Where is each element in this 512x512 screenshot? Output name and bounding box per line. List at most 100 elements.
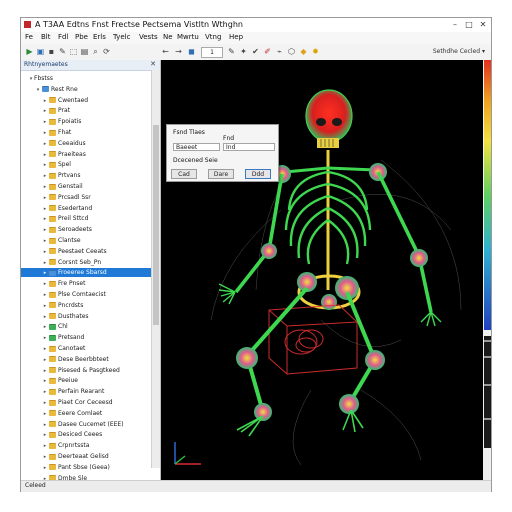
cube-icon[interactable]: ⬡ (287, 47, 296, 56)
tree-item[interactable]: ▸ Spel (42, 160, 71, 169)
zoom-icon[interactable]: ⌕ (91, 47, 100, 56)
expand-right-icon[interactable]: ▸ (42, 280, 48, 289)
tree-item[interactable]: ▸ Fre Pnset (42, 279, 86, 289)
tree-item[interactable]: ▸ Perfain Rearant (42, 387, 105, 397)
expand-down-icon[interactable]: ▾ (35, 86, 41, 95)
expand-right-icon[interactable]: ▸ (42, 259, 48, 268)
tree-item[interactable]: ▸ Preil Sttcd (42, 214, 89, 224)
menu-item-8[interactable]: Ne (163, 33, 173, 41)
tree-item[interactable]: ▸ Canotaet (42, 344, 86, 354)
expand-right-icon[interactable]: ▸ (42, 356, 48, 365)
expand-right-icon[interactable]: ▸ (42, 118, 48, 127)
cone-icon[interactable]: ◆ (299, 47, 308, 56)
dialog-ok-button[interactable]: Ddd (245, 169, 271, 179)
tree-item[interactable]: ▸ Ceeaidus (42, 139, 86, 148)
tree-item[interactable]: ▸ Piaet Cor Ceceesd (42, 398, 113, 407)
tree-item[interactable]: ▸ Pisesed & Pasgtkeed (42, 366, 120, 375)
expand-right-icon[interactable]: ▸ (42, 194, 48, 203)
menu-item-7[interactable]: Vests (139, 33, 158, 41)
expand-right-icon[interactable]: ▸ (42, 334, 48, 343)
expand-right-icon[interactable]: ▸ (42, 442, 48, 451)
tree-item[interactable]: ▸ Genstail (42, 182, 83, 191)
expand-right-icon[interactable]: ▸ (42, 291, 48, 300)
3d-viewport[interactable] (161, 60, 483, 480)
tree-item[interactable]: ▸ Dasee Cucemet (EEE) (42, 420, 124, 429)
tree-item[interactable]: ▸ Prat (42, 106, 70, 115)
brush-icon[interactable]: ✎ (227, 47, 236, 56)
light-icon[interactable]: ✹ (311, 47, 320, 56)
save-icon[interactable]: ▪ (47, 47, 56, 56)
expand-right-icon[interactable]: ▸ (42, 302, 48, 311)
expand-right-icon[interactable]: ▸ (42, 431, 48, 440)
edit-icon[interactable]: ✎ (58, 47, 67, 56)
tree-item[interactable]: ▸ Cwentaed (42, 96, 88, 105)
tree-item[interactable]: ▸ Clantse (42, 236, 81, 245)
expand-right-icon[interactable]: ▸ (42, 313, 48, 322)
tree-item[interactable]: ▾ Fbstss (28, 74, 53, 83)
forward-icon[interactable]: → (174, 47, 183, 56)
tree-item[interactable]: ▸ Crpnrtssta (42, 441, 90, 451)
menu-help[interactable]: Hep (229, 33, 243, 41)
tree-item[interactable]: ▸ Desiced Ceees (42, 430, 102, 439)
tree-item[interactable]: ▸ Esedertand (42, 204, 92, 213)
tree-item[interactable]: ▸ Dese Beerbbteet (42, 355, 109, 364)
tree-item[interactable]: ▸ Pretsand (42, 333, 85, 343)
tree-item[interactable]: ▸ Prtvans (42, 171, 81, 180)
expand-right-icon[interactable]: ▸ (42, 388, 48, 397)
menu-edit[interactable]: Blt (41, 33, 51, 41)
expand-right-icon[interactable]: ▸ (42, 97, 48, 106)
expand-right-icon[interactable]: ▸ (42, 399, 48, 408)
menu-item-4[interactable]: Pbe (75, 33, 88, 41)
dialog-middle-button[interactable]: Dare (208, 169, 234, 179)
toolbar-number-field[interactable]: 1 (201, 47, 223, 58)
dialog-cancel-button[interactable]: Cad (171, 169, 197, 179)
expand-right-icon[interactable]: ▸ (42, 421, 48, 430)
document-icon[interactable]: ▤ (80, 47, 89, 56)
tree-item[interactable]: ▸ Pant Sbse (Geea) (42, 463, 110, 472)
expand-right-icon[interactable]: ▸ (42, 453, 48, 462)
pick-icon[interactable]: ✦ (239, 47, 248, 56)
expand-right-icon[interactable]: ▸ (42, 377, 48, 386)
dialog-input-right[interactable]: Ind (223, 143, 275, 151)
expand-right-icon[interactable]: ▸ (42, 172, 48, 181)
menu-item-9[interactable]: Mwrtu (177, 33, 199, 41)
check-icon[interactable]: ✔ (251, 47, 260, 56)
expand-right-icon[interactable]: ▸ (42, 140, 48, 149)
expand-right-icon[interactable]: ▸ (42, 161, 48, 170)
expand-right-icon[interactable]: ▸ (42, 367, 48, 376)
rotate-icon[interactable]: ⟳ (102, 47, 111, 56)
expand-right-icon[interactable]: ▸ (42, 248, 48, 257)
expand-right-icon[interactable]: ▸ (42, 205, 48, 214)
menu-item-6[interactable]: Tyelc (113, 33, 130, 41)
tree-item[interactable]: ▸ Eeere Comlaet (42, 409, 102, 418)
open-icon[interactable]: ▣ (36, 47, 45, 56)
tree-item[interactable]: ▸ Corsnt Seb_Pn (42, 258, 101, 267)
tree-item[interactable]: ▸ Chl (42, 322, 68, 331)
dialog-input-left[interactable]: Baeeet (173, 143, 220, 151)
expand-right-icon[interactable]: ▸ (42, 237, 48, 246)
new-icon[interactable]: ▶ (25, 47, 34, 56)
panel-close-icon[interactable]: ✕ (150, 60, 156, 68)
expand-right-icon[interactable]: ▸ (42, 345, 48, 354)
tree-item-selected[interactable]: ▸ Froeeree Sbarsd (21, 268, 160, 278)
tree-item[interactable]: ▾ Rest Rne (35, 85, 78, 94)
select-icon[interactable]: ⬚ (69, 47, 78, 56)
maximize-button[interactable]: □ (463, 19, 475, 30)
tree-item[interactable]: ▸ Praeiteas (42, 150, 86, 159)
tree-item[interactable]: ▸ Prcsadl Ssr (42, 193, 91, 202)
tree-item[interactable]: ▸ Pncrdsts (42, 301, 84, 311)
wand-icon[interactable]: ⌁ (275, 47, 284, 56)
pen-icon[interactable]: ✐ (263, 47, 272, 56)
tree-item[interactable]: ▸ Fpoiatis (42, 117, 82, 127)
expand-right-icon[interactable]: ▸ (42, 107, 48, 116)
camera-icon[interactable]: ◼ (187, 47, 196, 56)
expand-right-icon[interactable]: ▸ (42, 464, 48, 473)
tree-item[interactable]: ▸ Seroadeets (42, 225, 92, 234)
expand-right-icon[interactable]: ▸ (42, 129, 48, 138)
tree-item[interactable]: ▸ Peestaet Ceeats (42, 247, 107, 256)
expand-right-icon[interactable]: ▸ (42, 215, 48, 224)
expand-right-icon[interactable]: ▸ (42, 151, 48, 160)
expand-right-icon[interactable]: ▸ (42, 410, 48, 419)
expand-right-icon[interactable]: ▸ (42, 226, 48, 235)
menu-item-10[interactable]: Vtng (205, 33, 221, 41)
